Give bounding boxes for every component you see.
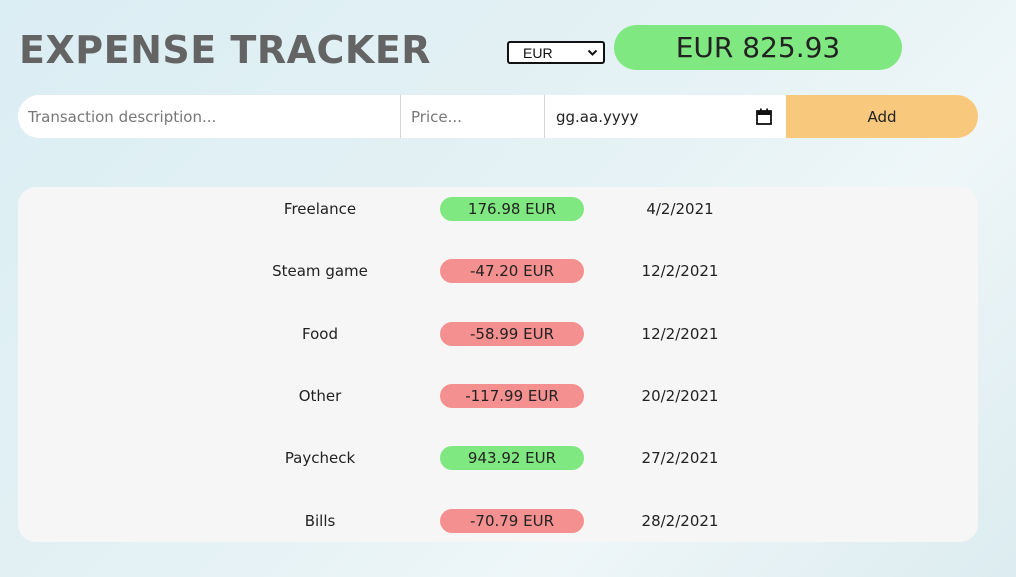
transaction-amount-badge: -117.99 EUR bbox=[440, 384, 584, 408]
transaction-amount-badge: -58.99 EUR bbox=[440, 322, 584, 346]
currency-select[interactable]: EUR bbox=[507, 41, 605, 64]
transaction-row: Bills -70.79 EUR 28/2/2021 bbox=[18, 509, 978, 533]
description-input[interactable]: Transaction description... bbox=[18, 95, 401, 138]
date-input-placeholder: gg.aa.yyyy bbox=[556, 107, 639, 126]
transaction-date: 4/2/2021 bbox=[646, 200, 714, 218]
price-input[interactable]: Price... bbox=[401, 95, 545, 138]
transaction-date: 20/2/2021 bbox=[641, 387, 719, 405]
transaction-row: Freelance 176.98 EUR 4/2/2021 bbox=[18, 197, 978, 221]
page-title: EXPENSE TRACKER bbox=[19, 28, 432, 72]
chevron-down-icon bbox=[587, 49, 598, 56]
transaction-row: Steam game -47.20 EUR 12/2/2021 bbox=[18, 259, 978, 283]
transaction-amount-badge: 176.98 EUR bbox=[440, 197, 584, 221]
transaction-amount-badge: 943.92 EUR bbox=[440, 446, 584, 470]
add-button[interactable]: Add bbox=[786, 95, 978, 138]
transaction-date: 12/2/2021 bbox=[641, 325, 719, 343]
calendar-icon[interactable] bbox=[756, 108, 772, 125]
transaction-description: Other bbox=[298, 387, 342, 405]
currency-select-value: EUR bbox=[523, 44, 553, 61]
transaction-description: Freelance bbox=[283, 200, 357, 218]
transaction-date: 12/2/2021 bbox=[641, 262, 719, 280]
transaction-date: 28/2/2021 bbox=[641, 512, 719, 530]
transaction-date: 27/2/2021 bbox=[641, 449, 719, 467]
transaction-row: Other -117.99 EUR 20/2/2021 bbox=[18, 384, 978, 408]
date-input[interactable]: gg.aa.yyyy bbox=[545, 95, 786, 138]
transaction-amount-badge: -47.20 EUR bbox=[440, 259, 584, 283]
transaction-description: Steam game bbox=[272, 262, 368, 280]
transaction-description: Bills bbox=[304, 512, 336, 530]
transaction-list: Freelance 176.98 EUR 4/2/2021 Steam game -47… bbox=[18, 187, 978, 542]
balance-badge: EUR 825.93 bbox=[614, 25, 902, 70]
transaction-row: Paycheck 943.92 EUR 27/2/2021 bbox=[18, 446, 978, 470]
transaction-form: Transaction description... Price... gg.a… bbox=[18, 95, 978, 138]
transaction-description: Paycheck bbox=[284, 449, 356, 467]
transaction-row: Food -58.99 EUR 12/2/2021 bbox=[18, 322, 978, 346]
transaction-description: Food bbox=[302, 325, 338, 343]
transaction-amount-badge: -70.79 EUR bbox=[440, 509, 584, 533]
